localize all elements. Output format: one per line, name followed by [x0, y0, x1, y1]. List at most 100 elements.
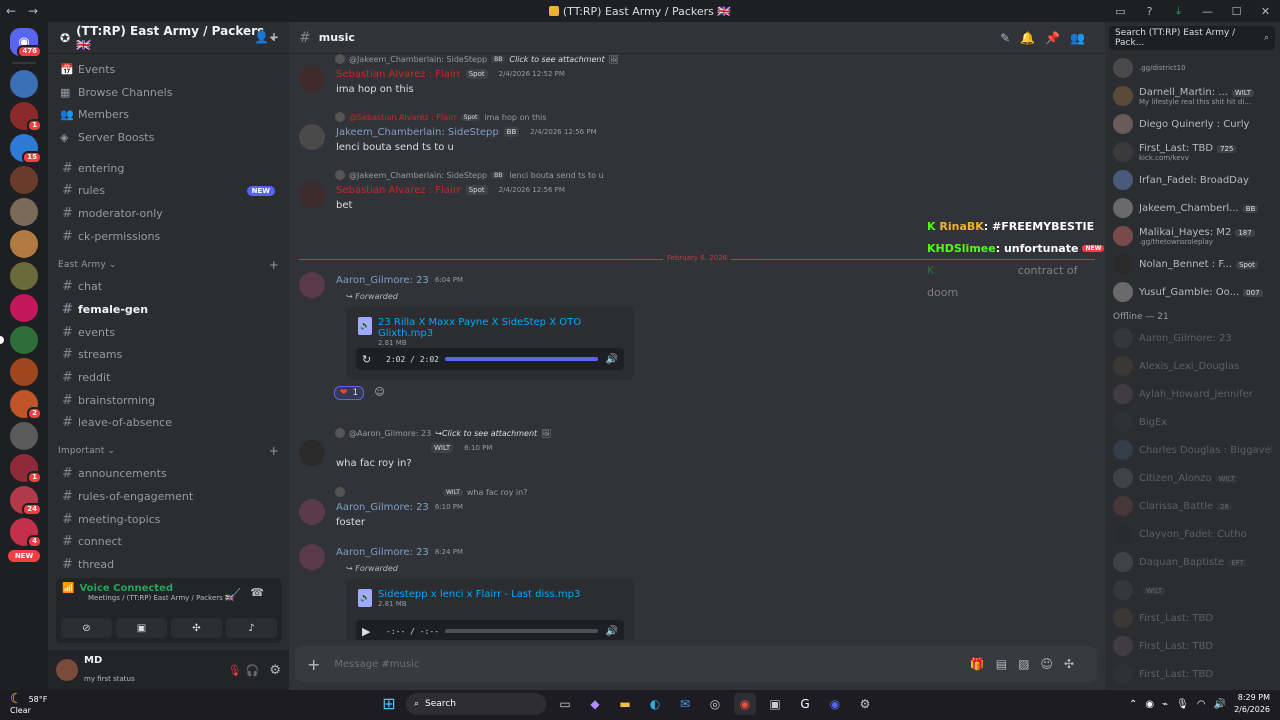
server-icon[interactable]	[10, 70, 38, 98]
server-icon[interactable]	[10, 422, 38, 450]
add-reaction-icon[interactable]: ☺	[374, 387, 384, 398]
server-icon[interactable]: 24	[10, 486, 42, 516]
app-tray-icon[interactable]: ◉	[1145, 699, 1154, 710]
channel-ck-permissions[interactable]: # ck-permissions	[56, 225, 281, 248]
mail-icon[interactable]: ✉	[674, 693, 696, 715]
windows-start-icon[interactable]: ⊞	[380, 695, 398, 713]
add-attachment-icon[interactable]: +	[307, 655, 320, 674]
chevron-up-icon[interactable]: ⌃	[1129, 699, 1137, 710]
member-item[interactable]: Darnell_Martin: ... WILT My lifestyle real…	[1113, 82, 1272, 110]
add-channel-icon[interactable]: +	[269, 444, 279, 458]
edge-icon[interactable]: ◐	[644, 693, 666, 715]
nav-server-boosts[interactable]: ◈ Server Boosts	[56, 126, 281, 149]
help-icon[interactable]: ?	[1135, 5, 1164, 18]
replay-icon[interactable]: ↻	[362, 353, 380, 366]
member-item[interactable]: First_Last: TBD	[1113, 632, 1272, 660]
discord-icon[interactable]: ◉	[824, 693, 846, 715]
gear-icon[interactable]: ⚙	[269, 663, 281, 678]
new-servers-badge[interactable]: NEW	[8, 550, 40, 562]
weather-widget[interactable]: ☾ 58°F Clear	[10, 692, 47, 716]
message-author[interactable]: Aaron_Gilmore: 23	[336, 547, 429, 558]
member-item[interactable]: Charles Douglas : Biggavelli	[1113, 436, 1272, 464]
avatar[interactable]	[299, 499, 325, 525]
download-icon[interactable]: ⤓	[1164, 4, 1193, 18]
avatar[interactable]	[299, 182, 325, 208]
member-item[interactable]: First_Last: TBD	[1113, 660, 1272, 688]
channel-rules[interactable]: # rules NEW	[56, 179, 281, 202]
reply-preview[interactable]: @Aaron_Gilmore: 23 ↪ Click to see attachm…	[335, 426, 1095, 440]
progress-bar[interactable]	[444, 357, 598, 361]
network-icon[interactable]: ⌁	[1162, 699, 1168, 710]
server-icon[interactable]: 1	[10, 102, 42, 132]
clock[interactable]: 8:29 PM 2/6/2026	[1234, 692, 1270, 716]
pin-icon[interactable]: 📌	[1045, 31, 1070, 45]
disconnect-icon[interactable]: ☎	[250, 586, 274, 599]
apps-icon[interactable]: ✣	[1064, 657, 1085, 671]
file-name-link[interactable]: Sidestepp x lenci x Flairr - Last diss.m…	[378, 589, 622, 600]
nav-events[interactable]: 📅 Events	[56, 58, 281, 81]
server-icon[interactable]	[10, 262, 38, 290]
channel-streams[interactable]: # streams	[56, 344, 281, 367]
soundboard-button[interactable]: ♪	[226, 618, 277, 638]
task-view-icon[interactable]: ▭	[554, 693, 576, 715]
channel-announcements[interactable]: # announcements	[56, 462, 281, 485]
member-item[interactable]: First_Last: TBD 725 kick.com/kevv	[1113, 138, 1272, 166]
channel-connect[interactable]: # connect	[56, 530, 281, 553]
app-icon[interactable]: G	[794, 693, 816, 715]
file-explorer-icon[interactable]: ▬	[614, 693, 636, 715]
camera-off-button[interactable]: ⊘	[61, 618, 112, 638]
emoji-icon[interactable]: ☺	[1040, 657, 1064, 671]
activities-button[interactable]: ✣	[171, 618, 222, 638]
member-item[interactable]: Citizen_Alonzo WILT	[1113, 464, 1272, 492]
member-item[interactable]: Nolan_Bennet : F... Spot	[1113, 250, 1272, 278]
avatar[interactable]	[56, 659, 78, 681]
member-item[interactable]: Yusuf_Gamble: Oo... 007	[1113, 278, 1272, 306]
steam-icon[interactable]: ⚙	[854, 693, 876, 715]
member-item[interactable]: First_Last: TBD	[1113, 604, 1272, 632]
member-item[interactable]: WILT	[1113, 576, 1272, 604]
reaction-heart[interactable]: ❤ 1	[334, 386, 365, 400]
member-item[interactable]: Aylah_Howard_Jennifer	[1113, 380, 1272, 408]
server-icon[interactable]	[10, 230, 38, 258]
channel-entering[interactable]: # entering	[56, 157, 281, 180]
inbox-icon[interactable]: ▭	[1106, 5, 1135, 18]
channel-rules-of-engagement[interactable]: # rules-of-engagement	[56, 485, 281, 508]
volume-icon[interactable]: 🔊	[606, 626, 618, 637]
avatar[interactable]	[299, 544, 325, 570]
reply-preview[interactable]: @Jakeem_Chamberlain: SideStepp BB lenci bo…	[335, 168, 1095, 182]
maximize-icon[interactable]: ☐	[1222, 5, 1251, 18]
channel-meeting-topics[interactable]: # meeting-topics	[56, 508, 281, 531]
avatar[interactable]	[299, 66, 325, 92]
member-item[interactable]: BigEx	[1113, 408, 1272, 436]
play-icon[interactable]: ▶	[362, 625, 380, 638]
member-item[interactable]: Aaron_Gilmore: 23	[1113, 324, 1272, 352]
channel-thread[interactable]: # thread	[56, 553, 281, 576]
gift-icon[interactable]: 🎁	[970, 657, 996, 671]
forward-icon[interactable]: →	[22, 4, 44, 18]
server-icon[interactable]: 15	[10, 134, 42, 164]
progress-bar[interactable]	[444, 629, 598, 633]
channel-moderator-only[interactable]: # moderator-only	[56, 202, 281, 225]
member-item[interactable]: Alexis_Lexi_Douglas	[1113, 352, 1272, 380]
message-author[interactable]: Sebastian Alvarez : Flairr	[336, 69, 461, 80]
invite-icon[interactable]: 👤+	[254, 30, 279, 44]
server-header[interactable]: ✪ (TT:RP) East Army / Packers 🇬🇧 ⌄ 👤+	[48, 22, 289, 54]
copilot-icon[interactable]: ◆	[584, 693, 606, 715]
server-icon-active[interactable]	[0, 326, 38, 354]
file-name-link[interactable]: 23 Rilla X Maxx Payne X SideStep X OTO G…	[378, 317, 622, 339]
threads-icon[interactable]: ✎	[1000, 31, 1020, 45]
wifi-icon[interactable]: ◠	[1197, 699, 1206, 710]
member-item[interactable]: Irfan_Fadel: BroadDay	[1113, 166, 1272, 194]
reply-preview[interactable]: WILT wha fac roy in?	[335, 485, 1095, 499]
bell-icon[interactable]: 🔔	[1020, 31, 1045, 45]
member-item[interactable]: Diego Quinerly : Curly	[1113, 110, 1272, 138]
mute-deafen-controls[interactable]: 🎙🎧	[228, 664, 264, 677]
channel-events[interactable]: # events	[56, 321, 281, 344]
app-icon[interactable]: ◎	[704, 693, 726, 715]
member-item[interactable]: .gg/district10	[1113, 54, 1272, 82]
volume-icon[interactable]: 🔊	[1214, 699, 1226, 710]
channel-chat[interactable]: # chat	[56, 276, 281, 299]
close-icon[interactable]: ✕	[1251, 5, 1280, 18]
sticker-icon[interactable]: ▨	[1018, 657, 1040, 671]
message-author[interactable]: Aaron_Gilmore: 23	[336, 502, 429, 513]
